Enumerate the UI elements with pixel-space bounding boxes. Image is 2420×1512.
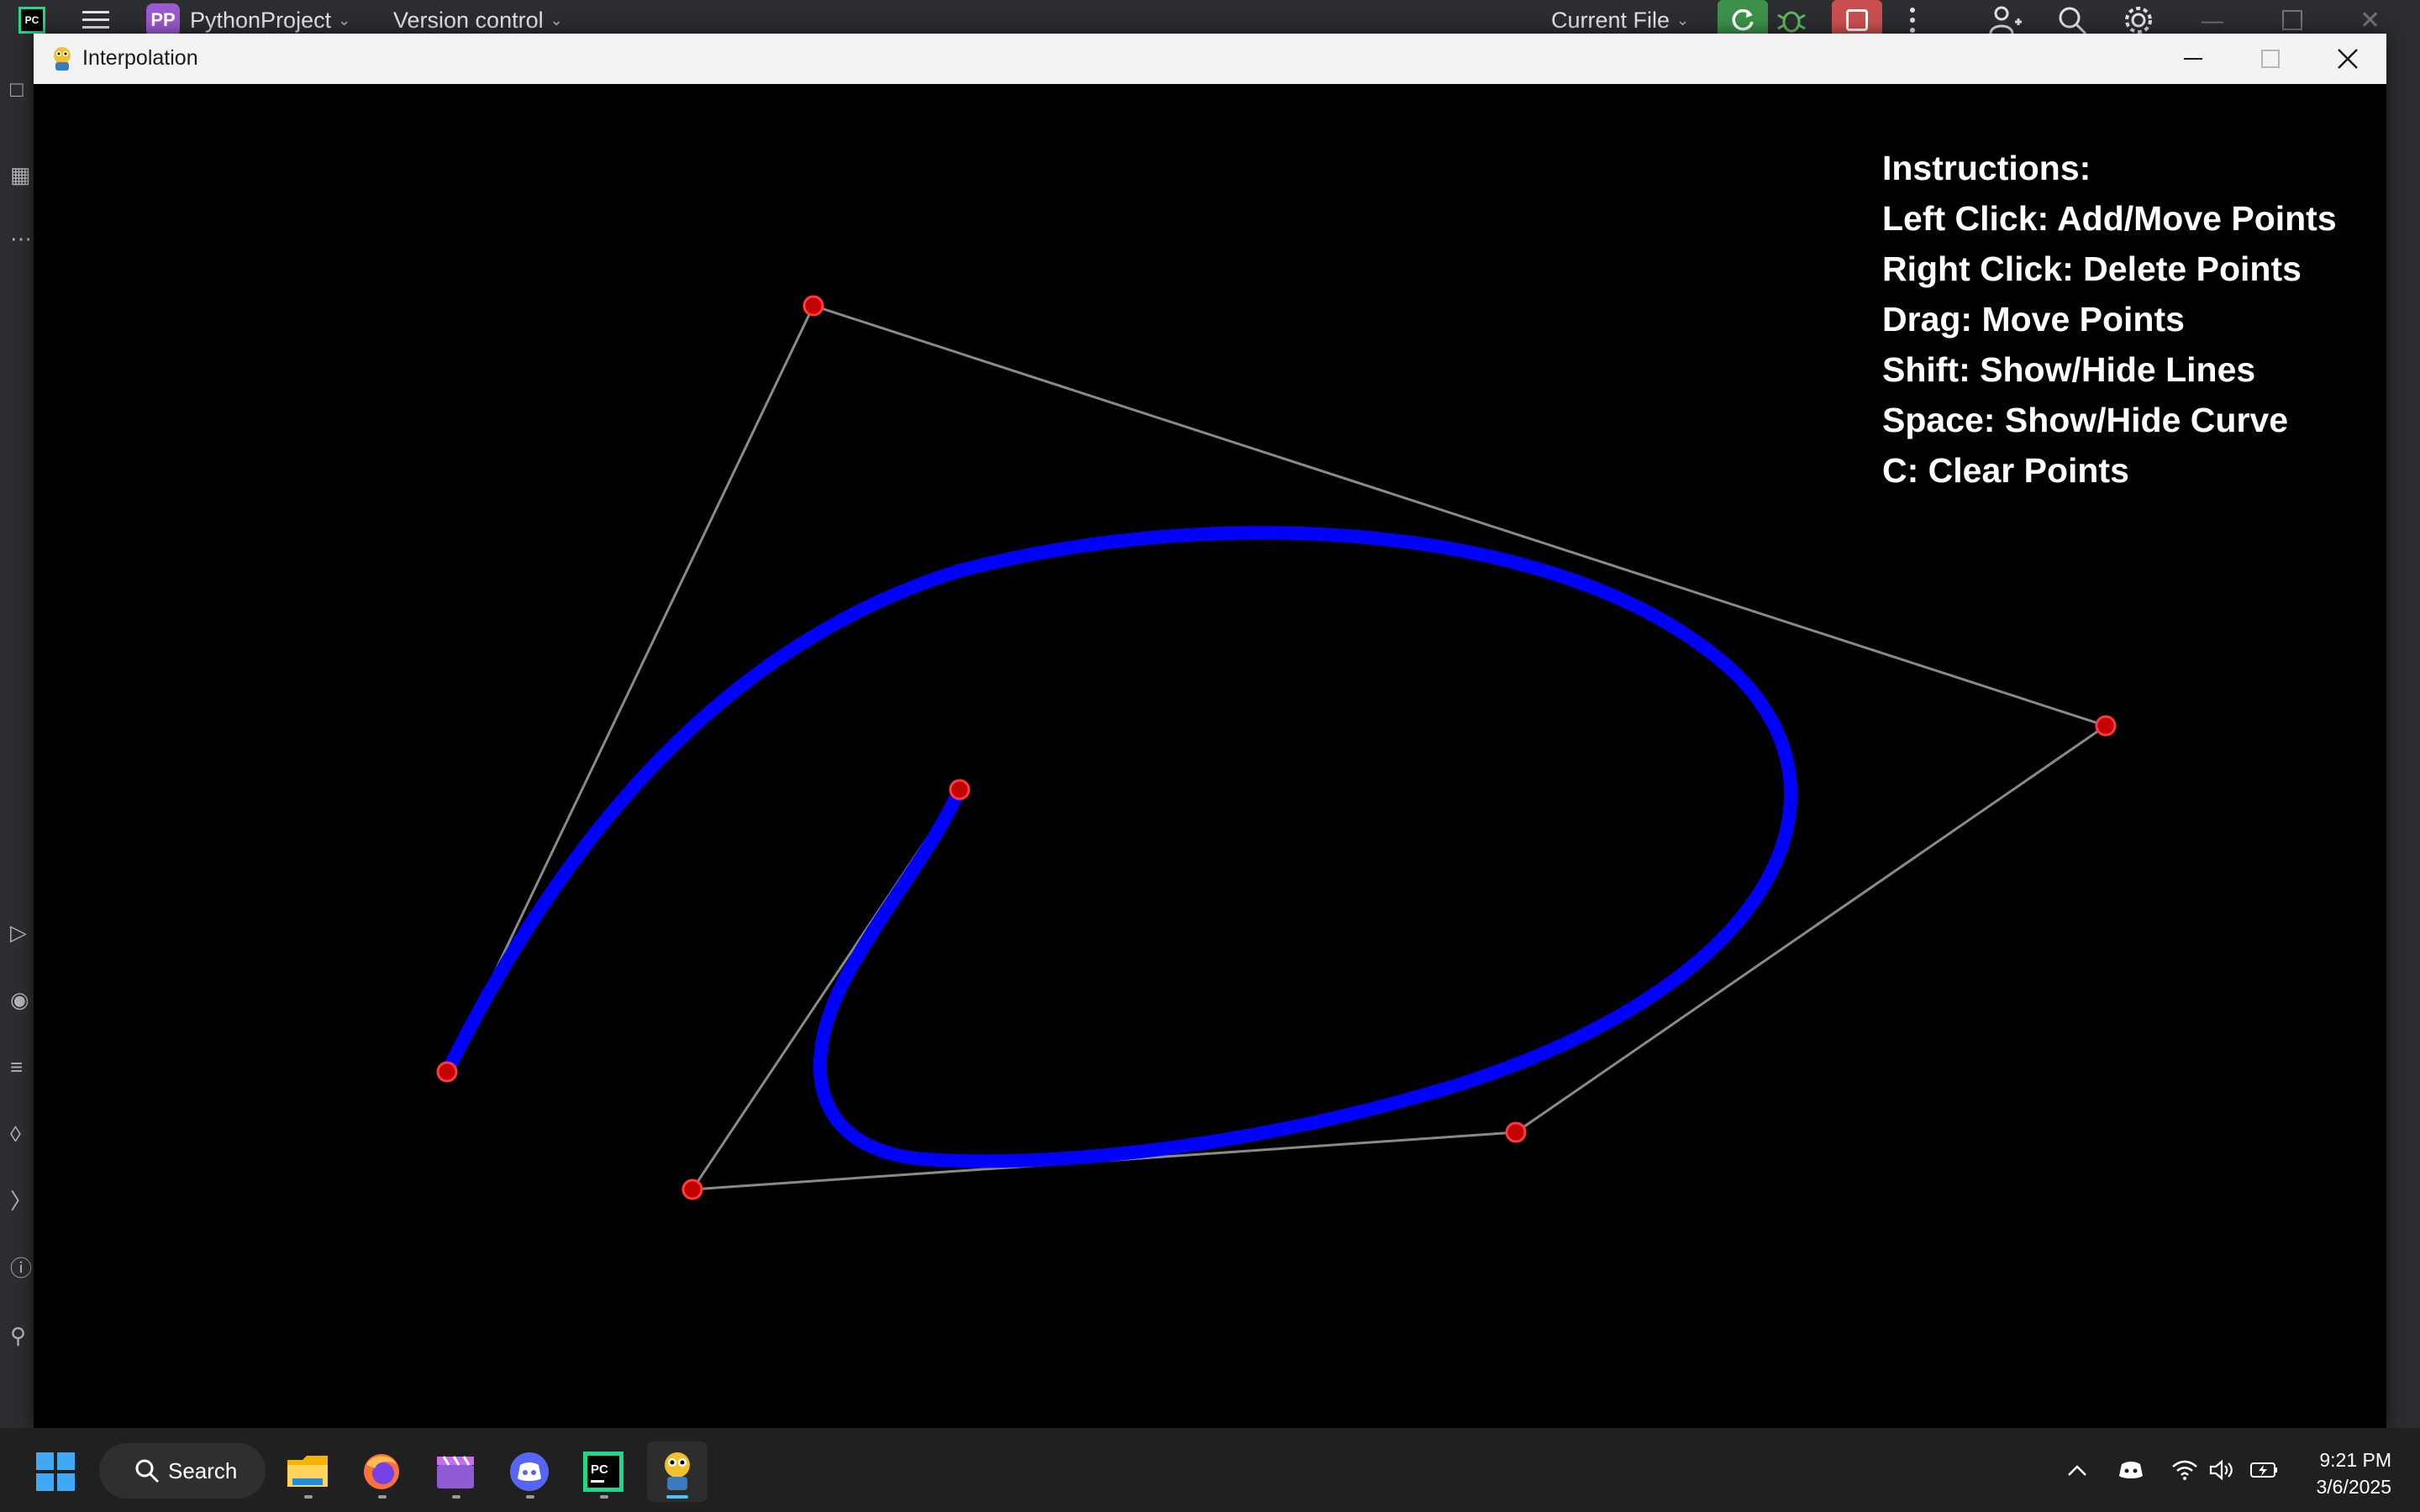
windows-start-icon bbox=[36, 1452, 75, 1491]
layers-icon[interactable]: ≡ bbox=[10, 1055, 34, 1079]
volume-icon bbox=[2209, 1459, 2233, 1481]
more-vertical-icon bbox=[1910, 8, 1915, 33]
terminal-icon[interactable]: 〉 bbox=[10, 1189, 34, 1213]
instruction-line: Right Click: Delete Points bbox=[1882, 249, 2302, 288]
control-point[interactable] bbox=[1505, 1121, 1527, 1143]
taskbar-pygame[interactable] bbox=[647, 1441, 708, 1502]
instructions-heading: Instructions: bbox=[1882, 149, 2091, 187]
window-minimize-button[interactable] bbox=[2154, 34, 2232, 84]
instruction-line: Left Click: Add/Move Points bbox=[1882, 199, 2337, 238]
search-icon bbox=[135, 1459, 160, 1483]
minimize-icon: — bbox=[2202, 7, 2223, 33]
running-indicator bbox=[600, 1495, 608, 1499]
svg-text:PC: PC bbox=[591, 1462, 608, 1477]
window-title-bar[interactable]: Interpolation bbox=[34, 34, 2386, 85]
taskbar-pycharm[interactable]: PC bbox=[573, 1441, 634, 1502]
control-point[interactable] bbox=[949, 779, 971, 801]
window-maximize-button[interactable] bbox=[2232, 34, 2309, 84]
project-tool-icon[interactable]: □ bbox=[10, 77, 34, 101]
start-button[interactable] bbox=[25, 1441, 86, 1502]
tray-volume[interactable] bbox=[2208, 1457, 2235, 1483]
chevron-down-icon: ⌄ bbox=[550, 11, 563, 29]
firefox-icon bbox=[364, 1454, 399, 1489]
taskbar-clapper-app[interactable] bbox=[425, 1441, 486, 1502]
running-indicator bbox=[526, 1495, 534, 1499]
taskbar-clock[interactable]: 9:21 PM 3/6/2025 bbox=[2316, 1446, 2391, 1500]
project-badge: PP bbox=[146, 3, 180, 37]
search-icon bbox=[2059, 7, 2087, 35]
pygame-icon bbox=[665, 1452, 690, 1490]
maximize-icon bbox=[2282, 10, 2302, 30]
close-icon bbox=[2338, 49, 2358, 69]
wifi-icon bbox=[2172, 1460, 2197, 1480]
active-indicator bbox=[666, 1495, 688, 1499]
instruction-line: Shift: Show/Hide Lines bbox=[1882, 350, 2256, 389]
tray-wifi[interactable] bbox=[2171, 1457, 2198, 1483]
clapper-icon bbox=[437, 1456, 474, 1488]
version-control-label: Version control bbox=[393, 7, 544, 33]
discord-icon bbox=[510, 1452, 549, 1491]
taskbar-file-explorer[interactable] bbox=[277, 1441, 338, 1502]
git-icon[interactable]: ⚲ bbox=[10, 1324, 34, 1347]
control-polygon bbox=[445, 304, 2109, 1191]
pycharm-icon: PC bbox=[583, 1452, 623, 1492]
control-point[interactable] bbox=[2095, 715, 2117, 737]
taskbar-search[interactable]: Search bbox=[99, 1443, 266, 1499]
tray-discord[interactable] bbox=[2118, 1457, 2144, 1483]
search-label: Search bbox=[168, 1457, 238, 1483]
structure-tool-icon[interactable]: ▦ bbox=[10, 163, 34, 186]
instruction-line: Space: Show/Hide Curve bbox=[1882, 401, 2289, 439]
control-point[interactable] bbox=[681, 1179, 703, 1200]
bug-icon bbox=[1777, 11, 1806, 33]
clock-date: 3/6/2025 bbox=[2316, 1476, 2391, 1498]
pycharm-logo-icon: PC bbox=[18, 7, 45, 34]
show-hidden-icons-button[interactable] bbox=[2064, 1457, 2091, 1483]
drawing-canvas[interactable]: Instructions: Left Click: Add/Move Point… bbox=[34, 84, 2386, 1428]
ide-tool-strip: □ ▦ ⋯ ▷ ◉ ≡ ◊ 〉 ⓘ ⚲ bbox=[0, 40, 34, 1428]
run-config-label: Current File bbox=[1551, 7, 1670, 33]
battery-charging-icon bbox=[2250, 1462, 2277, 1478]
minimize-icon bbox=[2184, 58, 2202, 60]
add-user-icon bbox=[1989, 6, 2022, 34]
project-name: PythonProject bbox=[190, 7, 332, 33]
control-point[interactable] bbox=[802, 295, 824, 317]
window-close-button[interactable] bbox=[2309, 34, 2386, 84]
close-icon: ✕ bbox=[2360, 6, 2381, 34]
pygame-snake-icon bbox=[54, 47, 71, 71]
running-indicator bbox=[452, 1495, 460, 1499]
file-explorer-icon bbox=[287, 1456, 328, 1487]
windows-taskbar: Search PC 9:21 PM 3/6/2025 bbox=[0, 1428, 2420, 1512]
instruction-line: C: Clear Points bbox=[1882, 451, 2129, 490]
tray-battery[interactable] bbox=[2250, 1457, 2277, 1483]
instructions-panel: Instructions: Left Click: Add/Move Point… bbox=[1882, 143, 2337, 496]
interpolation-window: Interpolation Instructions: Left Click: … bbox=[34, 34, 2386, 1428]
running-indicator bbox=[304, 1495, 313, 1499]
taskbar-firefox[interactable] bbox=[351, 1441, 412, 1502]
control-point[interactable] bbox=[436, 1061, 458, 1083]
hamburger-menu-icon bbox=[82, 11, 109, 29]
window-title: Interpolation bbox=[82, 46, 198, 70]
instruction-line: Drag: Move Points bbox=[1882, 300, 2185, 339]
services-icon[interactable]: ◊ bbox=[10, 1122, 34, 1146]
taskbar-discord[interactable] bbox=[499, 1441, 560, 1502]
python-packages-icon[interactable]: ◉ bbox=[10, 988, 34, 1011]
more-tools-icon[interactable]: ⋯ bbox=[10, 227, 34, 250]
run-tool-icon[interactable]: ▷ bbox=[10, 921, 34, 944]
chevron-up-icon bbox=[2068, 1465, 2086, 1476]
chevron-down-icon: ⌄ bbox=[338, 11, 351, 29]
gear-icon bbox=[2125, 7, 2152, 34]
maximize-icon bbox=[2261, 50, 2280, 68]
clock-time: 9:21 PM bbox=[2319, 1449, 2391, 1471]
running-indicator bbox=[378, 1495, 387, 1499]
problems-icon[interactable]: ⓘ bbox=[10, 1257, 34, 1280]
chevron-down-icon: ⌄ bbox=[1676, 11, 1690, 29]
discord-tray-icon bbox=[2119, 1462, 2143, 1478]
bezier-curve bbox=[440, 526, 1798, 1168]
